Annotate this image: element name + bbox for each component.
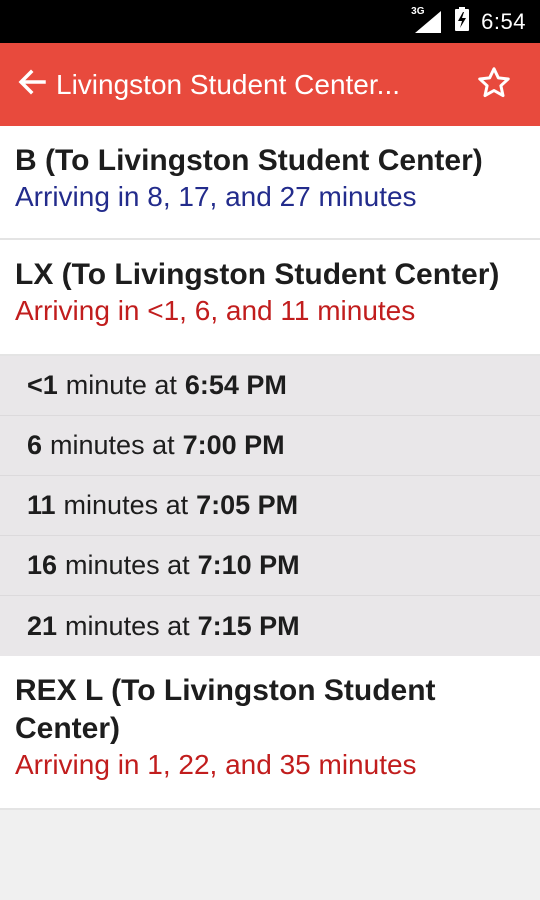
route-name: LX (To Livingston Student Center): [15, 258, 500, 291]
prediction-minutes: 11: [27, 490, 56, 520]
app-bar: Livingston Student Center...: [0, 43, 540, 126]
arrow-left-icon: [17, 67, 47, 102]
route-arrival: Arriving in <1, 6, and 11 minutes: [15, 295, 416, 326]
route-item-lx[interactable]: LX (To Livingston Student Center) Arrivi…: [0, 240, 540, 356]
prediction-time: 7:15 PM: [197, 610, 300, 641]
page-title: Livingston Student Center...: [56, 68, 400, 100]
prediction-minutes: 16: [27, 550, 58, 580]
star-outline-icon: [476, 65, 512, 106]
route-name: B (To Livingston Student Center): [15, 144, 483, 177]
prediction-minutes: 21: [27, 610, 58, 641]
route-item-b[interactable]: B (To Livingston Student Center) Arrivin…: [0, 126, 540, 240]
route-arrival: Arriving in 1, 22, and 35 minutes: [15, 749, 417, 780]
prediction-minutes: 6: [27, 430, 43, 460]
prediction-time: 7:05 PM: [196, 490, 299, 520]
prediction-unit: minutes at: [65, 550, 190, 580]
prediction-minutes: <1: [27, 370, 58, 400]
prediction-row: 21 minutes at 7:15 PM: [0, 596, 540, 656]
route-arrival: Arriving in 8, 17, and 27 minutes: [15, 181, 417, 212]
network-type: 3G: [411, 5, 425, 17]
prediction-time: 7:00 PM: [182, 430, 285, 460]
prediction-time: 7:10 PM: [197, 550, 300, 580]
route-name: REX L (To Livingston Student Center): [15, 674, 436, 745]
prediction-unit: minute at: [65, 370, 177, 400]
clock: 6:54: [481, 8, 526, 34]
back-button[interactable]: [8, 61, 56, 109]
battery-charging-icon: [455, 7, 470, 36]
favorite-button[interactable]: [474, 65, 514, 105]
route-item-rex-l[interactable]: REX L (To Livingston Student Center) Arr…: [0, 656, 540, 810]
prediction-row: 11 minutes at 7:05 PM: [0, 476, 540, 536]
prediction-unit: minutes at: [63, 490, 189, 520]
route-list: B (To Livingston Student Center) Arrivin…: [0, 126, 540, 810]
prediction-unit: minutes at: [50, 430, 175, 460]
prediction-unit: minutes at: [65, 610, 190, 641]
signal-icon: 3G: [411, 6, 442, 33]
prediction-list: <1 minute at 6:54 PM 6 minutes at 7:00 P…: [0, 356, 540, 656]
prediction-row: <1 minute at 6:54 PM: [0, 356, 540, 416]
prediction-row: 6 minutes at 7:00 PM: [0, 416, 540, 476]
prediction-row: 16 minutes at 7:10 PM: [0, 536, 540, 596]
status-bar: 3G 6:54: [0, 0, 540, 43]
prediction-time: 6:54 PM: [184, 370, 287, 400]
